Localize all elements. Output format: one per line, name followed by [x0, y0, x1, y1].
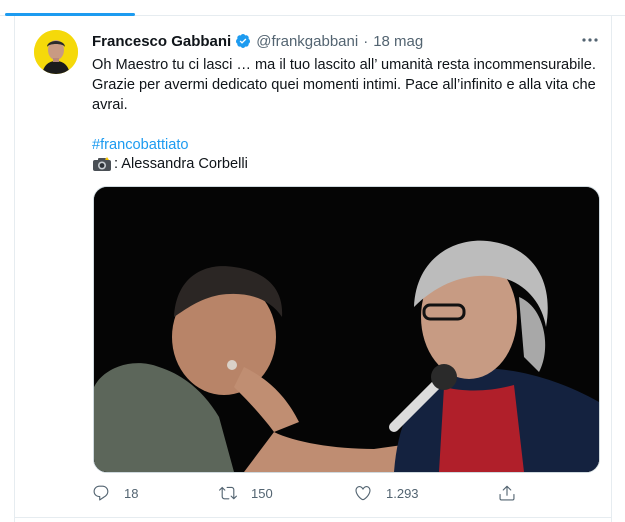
tweet-date[interactable]: 18 mag [373, 33, 423, 50]
more-icon[interactable] [578, 30, 602, 50]
separator-dot: · [363, 32, 369, 50]
avatar-image [34, 30, 78, 74]
tweet-body: Oh Maestro tu ci lasci … ma il tuo lasci… [92, 57, 596, 113]
photo-credit: : Alessandra Corbelli [92, 154, 248, 174]
heart-icon [355, 486, 371, 501]
reply-count: 18 [124, 485, 139, 501]
tweet-header: Francesco Gabbani @frankgabbani · 18 mag [92, 31, 423, 51]
reply-button[interactable]: 18 [92, 482, 138, 504]
retweet-button[interactable]: 150 [219, 482, 273, 504]
bottom-divider [14, 517, 612, 518]
verified-badge-icon [236, 34, 251, 48]
avatar[interactable] [34, 30, 78, 74]
more-dots [582, 38, 598, 42]
photo-credit-text: : Alessandra Corbelli [114, 156, 248, 172]
concert-photo-image [94, 187, 599, 472]
tweet-actions: 18 150 1.293 [92, 482, 602, 504]
share-button[interactable] [498, 482, 530, 504]
author-name[interactable]: Francesco Gabbani [92, 33, 231, 50]
tweet-photo[interactable] [93, 186, 600, 473]
like-button[interactable]: 1.293 [354, 482, 419, 504]
camera-flash-icon [93, 157, 111, 171]
retweet-count: 150 [251, 485, 273, 501]
retweet-icon [219, 486, 237, 500]
hashtag-link[interactable]: #francobattiato [92, 135, 189, 155]
reply-icon [93, 485, 109, 501]
share-icon [499, 485, 515, 501]
like-count: 1.293 [386, 485, 419, 501]
tweet-text: Oh Maestro tu ci lasci … ma il tuo lasci… [92, 55, 602, 115]
author-handle[interactable]: @frankgabbani [256, 33, 358, 50]
